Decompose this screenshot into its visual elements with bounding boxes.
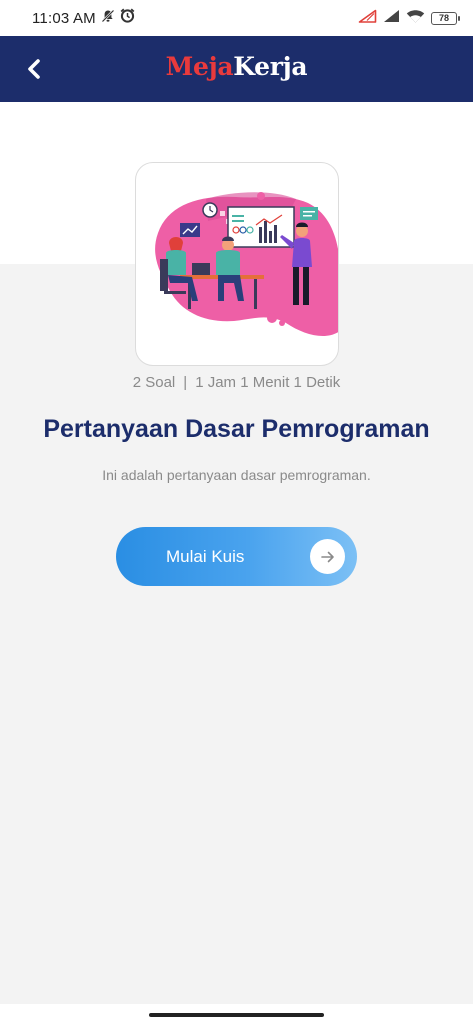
quiz-duration: 1 Jam 1 Menit 1 Detik: [195, 374, 341, 391]
brand-name-part1: Meja: [165, 52, 234, 81]
brand-logo: MejaKerja: [0, 52, 473, 81]
quiz-description: Ini adalah pertanyaan dasar pemrograman.: [102, 467, 371, 483]
alarm-icon: [120, 8, 135, 28]
status-time: 11:03 AM: [32, 9, 96, 27]
home-indicator[interactable]: [149, 1013, 324, 1017]
cellular-signal-icon: [383, 9, 400, 28]
question-count: 2 Soal: [132, 374, 176, 391]
battery-icon: 78: [431, 11, 460, 25]
start-quiz-label: Mulai Kuis: [166, 547, 245, 566]
meta-separator: |: [183, 374, 188, 391]
app-bar: MejaKerja: [0, 36, 473, 102]
system-nav-bar: [0, 1004, 473, 1024]
brand-name-part2: Kerja: [233, 52, 308, 81]
arrow-right-icon: [310, 539, 345, 574]
quiz-meta: 2 Soal | 1 Jam 1 Menit 1 Detik: [0, 374, 473, 391]
wifi-icon: [406, 9, 425, 28]
signal-warning-icon: [358, 9, 377, 28]
quiz-illustration: [135, 162, 339, 366]
status-bar: 11:03 AM 78: [0, 0, 473, 36]
quiz-title: Pertanyaan Dasar Pemrograman: [43, 415, 430, 443]
notification-off-icon: [101, 9, 115, 28]
start-quiz-button[interactable]: Mulai Kuis: [116, 527, 357, 586]
